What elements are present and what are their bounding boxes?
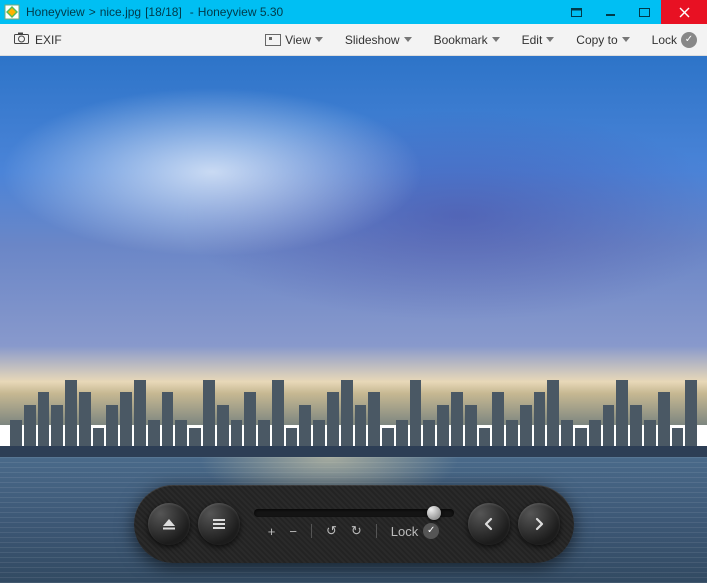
menu-button[interactable] xyxy=(198,503,240,545)
app-icon xyxy=(4,4,20,20)
edit-menu[interactable]: Edit xyxy=(522,33,555,47)
osd-lock-label: Lock xyxy=(391,524,418,539)
zoom-in-button[interactable]: + xyxy=(268,524,276,539)
osd-lock-toggle[interactable]: Lock ✓ xyxy=(391,523,439,539)
title-index: [18/18] xyxy=(145,5,182,19)
close-button[interactable] xyxy=(661,0,707,24)
osd-controls: + − ↺ ↻ Lock ✓ xyxy=(134,485,574,563)
view-menu[interactable]: View xyxy=(265,33,323,47)
chevron-down-icon xyxy=(492,37,500,42)
view-icon xyxy=(265,34,281,46)
next-button[interactable] xyxy=(518,503,560,545)
fullscreen-button[interactable] xyxy=(559,0,593,24)
exif-label: EXIF xyxy=(35,33,62,47)
camera-icon xyxy=(14,32,29,47)
lock-label: Lock xyxy=(652,33,677,47)
image-content xyxy=(0,446,707,457)
zoom-out-button[interactable]: − xyxy=(289,524,297,539)
maximize-button[interactable] xyxy=(627,0,661,24)
chevron-down-icon xyxy=(404,37,412,42)
title-appver: Honeyview 5.30 xyxy=(198,5,283,19)
image-content xyxy=(0,372,707,451)
title-app: Honeyview xyxy=(26,5,85,19)
rotate-left-button[interactable]: ↺ xyxy=(326,523,337,539)
prev-button[interactable] xyxy=(468,503,510,545)
divider xyxy=(376,524,377,538)
main-toolbar: EXIF View Slideshow Bookmark Edit Copy t… xyxy=(0,24,707,56)
window-titlebar: Honeyview > nice.jpg [18/18] - Honeyview… xyxy=(0,0,707,24)
chevron-down-icon xyxy=(622,37,630,42)
slideshow-label: Slideshow xyxy=(345,33,400,47)
copyto-menu[interactable]: Copy to xyxy=(576,33,629,47)
bookmark-menu[interactable]: Bookmark xyxy=(434,33,500,47)
minimize-button[interactable] xyxy=(593,0,627,24)
rotate-right-button[interactable]: ↻ xyxy=(351,523,362,539)
image-viewer[interactable]: + − ↺ ↻ Lock ✓ xyxy=(0,56,707,583)
slider-thumb[interactable] xyxy=(427,506,441,520)
eject-button[interactable] xyxy=(148,503,190,545)
image-content xyxy=(0,56,707,346)
divider xyxy=(311,524,312,538)
copyto-label: Copy to xyxy=(576,33,617,47)
title-dash: - xyxy=(190,5,194,19)
edit-label: Edit xyxy=(522,33,543,47)
view-label: View xyxy=(285,33,311,47)
chevron-down-icon xyxy=(546,37,554,42)
title-filename: nice.jpg xyxy=(100,5,141,19)
title-sep: > xyxy=(89,5,96,19)
chevron-down-icon xyxy=(315,37,323,42)
check-icon: ✓ xyxy=(681,32,697,48)
check-icon: ✓ xyxy=(423,523,439,539)
slideshow-menu[interactable]: Slideshow xyxy=(345,33,412,47)
exif-button[interactable]: EXIF xyxy=(14,32,62,47)
lock-toggle[interactable]: Lock ✓ xyxy=(652,32,697,48)
bookmark-label: Bookmark xyxy=(434,33,488,47)
zoom-slider[interactable] xyxy=(254,509,454,517)
